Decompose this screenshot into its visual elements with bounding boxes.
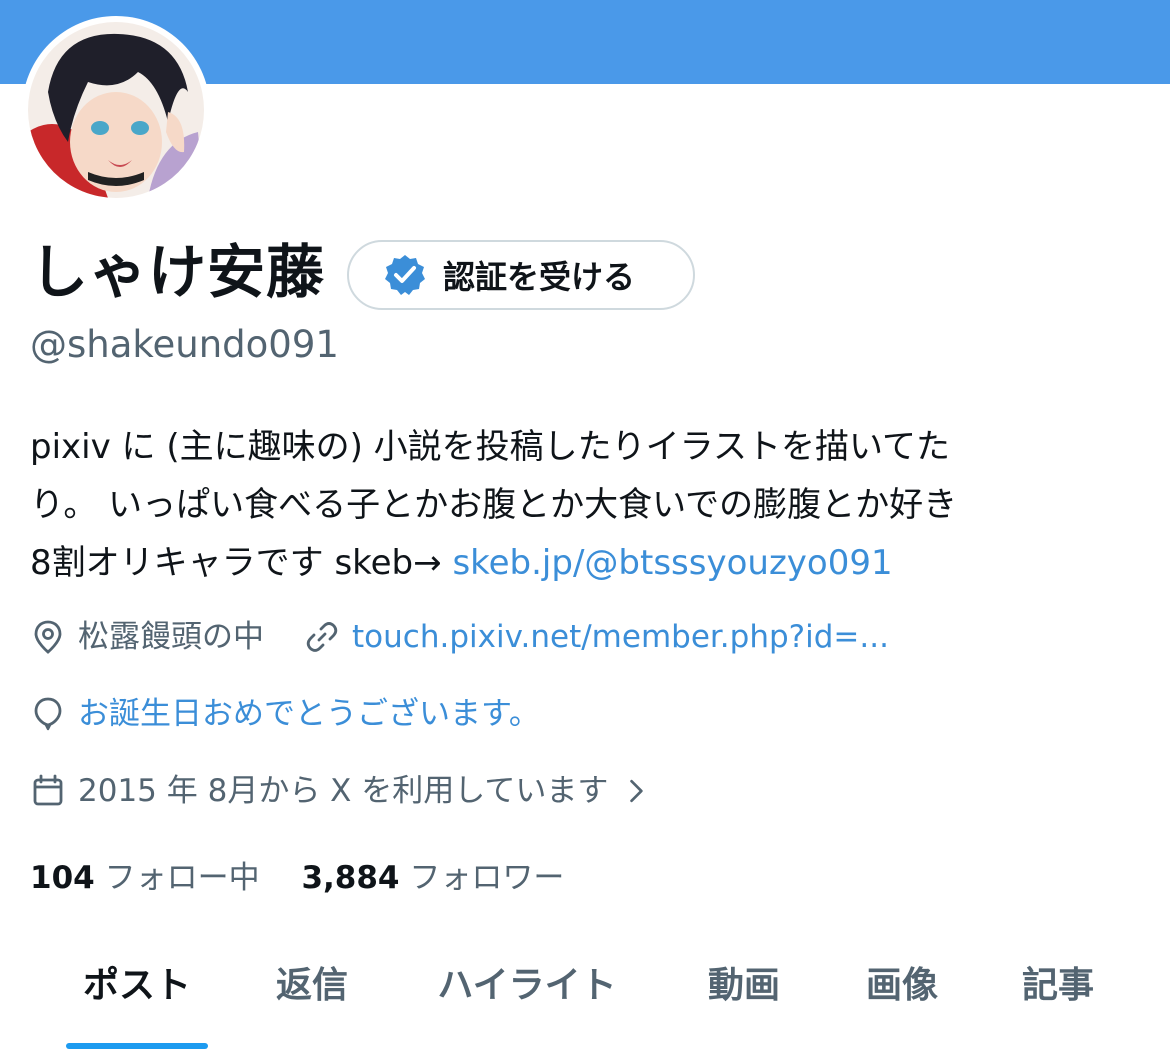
link-icon	[306, 622, 338, 652]
followers-label: フォロワー	[409, 860, 565, 896]
avatar-image	[28, 22, 204, 198]
balloon-icon	[34, 697, 62, 731]
tab-articles[interactable]: 記事	[1006, 955, 1110, 1017]
tab-media[interactable]: 画像	[850, 955, 954, 1017]
location-pin-icon	[34, 620, 62, 654]
chevron-right-icon	[630, 779, 644, 803]
meta-joined-row[interactable]: 2015 年 8月から X を利用しています	[30, 769, 652, 813]
location-text: 松露饅頭の中	[78, 619, 264, 655]
verified-badge-icon	[385, 255, 425, 295]
tab-posts[interactable]: ポスト	[66, 955, 208, 1017]
follow-stats: 104 フォロー中 3,884 フォロワー	[30, 856, 564, 900]
birthday-text[interactable]: お誕生日おめでとうございます。	[78, 692, 540, 736]
website-link[interactable]: touch.pixiv.net/member.php?id=...	[352, 615, 889, 659]
bio-text: 8割オリキャラです skeb→	[30, 543, 453, 583]
calendar-icon	[33, 774, 63, 806]
meta-location-website-row: 松露饅頭の中 touch.pixiv.net/member.php?id=...	[30, 615, 889, 659]
followers-link[interactable]: 3,884 フォロワー	[301, 860, 564, 896]
meta-birthday-row: お誕生日おめでとうございます。	[30, 692, 540, 736]
avatar[interactable]	[22, 16, 210, 204]
active-tab-indicator	[66, 1043, 208, 1049]
bio: pixiv に (主に趣味の) 小説を投稿したりイラストを描いてた り。 いっぱ…	[30, 418, 1140, 592]
bio-line: 8割オリキャラです skeb→ skeb.jp/@btsssyouzyo091	[30, 534, 1140, 592]
following-count: 104	[30, 860, 95, 896]
get-verified-button[interactable]: 認証を受ける	[347, 240, 695, 310]
user-handle: @shakeundo091	[30, 323, 339, 366]
get-verified-label: 認証を受ける	[443, 258, 636, 296]
bio-line: pixiv に (主に趣味の) 小説を投稿したりイラストを描いてた	[30, 427, 950, 467]
bio-link[interactable]: skeb.jp/@btsssyouzyo091	[452, 543, 892, 583]
bio-line: り。 いっぱい食べる子とかお腹とか大食いでの膨腹とか好き	[30, 485, 958, 525]
tab-videos[interactable]: 動画	[692, 955, 796, 1017]
profile-tabs: ポスト 返信 ハイライト 動画 画像 記事	[0, 955, 1170, 1049]
followers-count: 3,884	[301, 860, 400, 896]
display-name: しゃけ安藤	[30, 238, 326, 306]
tab-replies[interactable]: 返信	[262, 955, 362, 1017]
following-link[interactable]: 104 フォロー中	[30, 860, 260, 896]
joined-text: 2015 年 8月から X を利用しています	[78, 773, 609, 809]
following-label: フォロー中	[104, 860, 260, 896]
tab-highlights[interactable]: ハイライト	[420, 955, 634, 1017]
